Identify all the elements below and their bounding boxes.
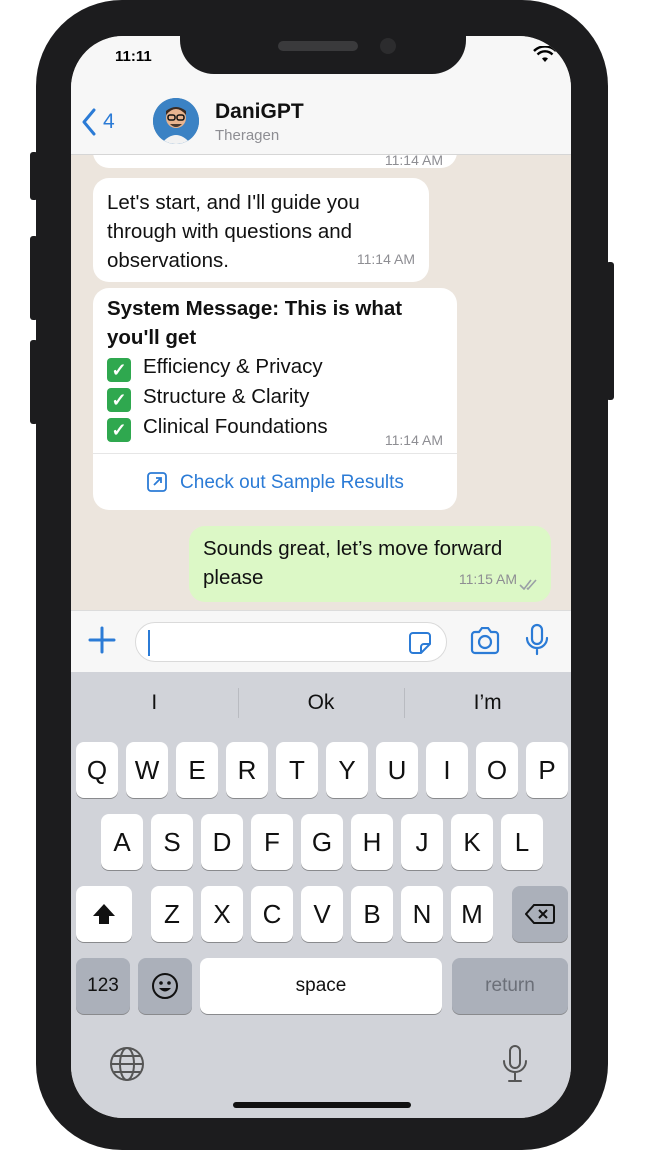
suggestion-item[interactable]: Ok [237,672,405,734]
shift-icon [93,904,115,924]
list-item-label: Structure & Clarity [143,385,310,408]
list-item: ✓ Efficiency & Privacy [107,352,443,382]
key-i[interactable]: I [426,742,468,798]
chat-area[interactable]: 11:14 AM Let's start, and I'll guide you… [71,154,571,610]
message-time: 11:14 AM [356,251,415,267]
key-o[interactable]: O [476,742,518,798]
key-a[interactable]: A [101,814,143,870]
sticker-button[interactable] [408,631,432,660]
home-indicator [233,1102,411,1108]
status-time: 11:11 [115,48,152,65]
sample-results-link[interactable]: Check out Sample Results [93,453,457,510]
attach-button[interactable] [87,625,117,658]
message-bubble: Let's start, and I'll guide you through … [93,178,429,282]
external-link-icon [147,472,167,492]
key-d[interactable]: D [201,814,243,870]
text-cursor [148,630,150,656]
dictation-button[interactable] [501,1044,529,1089]
check-mark-icon: ✓ [107,388,131,412]
suggestion-item[interactable]: I’m [404,672,571,734]
key-m[interactable]: M [451,886,493,942]
microphone-icon [503,1045,527,1082]
outgoing-message-bubble: Sounds great, let’s move forward please … [189,526,551,602]
back-button[interactable]: 4 [81,106,121,138]
avatar[interactable] [153,98,199,144]
suggestion-bar: I Ok I’m [71,672,571,734]
delete-key[interactable] [512,886,568,942]
system-message-heading: you'll get [107,326,197,349]
message-bubble: 11:14 AM [93,154,457,168]
message-time: 11:14 AM [384,432,443,448]
key-h[interactable]: H [351,814,393,870]
key-c[interactable]: C [251,886,293,942]
chevron-left-icon [82,108,96,136]
key-x[interactable]: X [201,886,243,942]
chat-subtitle: Theragen [215,127,280,144]
key-s[interactable]: S [151,814,193,870]
suggestion-item[interactable]: I [71,672,238,734]
key-j[interactable]: J [401,814,443,870]
key-t[interactable]: T [276,742,318,798]
double-check-icon [519,579,537,590]
screen: 11:11 4 DaniGPT Theragen 11:14 AM Let's … [71,36,571,1118]
key-b[interactable]: B [351,886,393,942]
camera-icon [470,626,500,655]
key-z[interactable]: Z [151,886,193,942]
key-v[interactable]: V [301,886,343,942]
sticker-icon [409,632,431,654]
volume-down-button [30,340,38,424]
return-key[interactable]: return [452,958,568,1014]
plus-icon [88,626,116,654]
key-f[interactable]: F [251,814,293,870]
key-l[interactable]: L [501,814,543,870]
unread-count: 4 [103,110,115,133]
system-message-heading: System Message: This is what [107,297,403,320]
key-n[interactable]: N [401,886,443,942]
system-message-bubble: System Message: This is what you'll get … [93,288,457,510]
key-e[interactable]: E [176,742,218,798]
key-r[interactable]: R [226,742,268,798]
message-text-line: Let's start, and I'll guide you [107,191,360,214]
emoji-key[interactable] [138,958,192,1014]
keyboard: I Ok I’m Q W E R T Y U I O P A S D F G H… [71,672,571,1118]
emoji-icon [152,973,178,999]
composer-bar [71,610,571,673]
notch [180,36,466,74]
key-q[interactable]: Q [76,742,118,798]
chat-title[interactable]: DaniGPT [215,100,304,124]
return-key-label: return [485,975,535,996]
message-text-line: through with questions and [107,220,353,243]
message-input[interactable] [135,622,447,662]
space-key[interactable]: space [200,958,442,1014]
key-w[interactable]: W [126,742,168,798]
volume-up-button [30,236,38,320]
speaker [278,41,358,51]
globe-button[interactable] [109,1046,145,1087]
backspace-icon [525,904,555,924]
message-time: 11:15 AM [458,571,517,587]
list-item: ✓ Structure & Clarity [107,382,443,412]
list-item-label: Clinical Foundations [143,415,328,438]
key-g[interactable]: G [301,814,343,870]
globe-icon [110,1047,144,1081]
message-time: 11:14 AM [384,154,443,168]
microphone-icon [525,623,549,656]
sample-results-link-label: Check out Sample Results [180,471,404,493]
key-p[interactable]: P [526,742,568,798]
microphone-button[interactable] [525,623,549,662]
silent-switch [30,152,38,200]
wifi-icon [533,45,557,69]
check-mark-icon: ✓ [107,418,131,442]
numbers-key[interactable]: 123 [76,958,130,1014]
key-k[interactable]: K [451,814,493,870]
shift-key[interactable] [76,886,132,942]
power-button [606,262,614,400]
key-y[interactable]: Y [326,742,368,798]
list-item-label: Efficiency & Privacy [143,355,323,378]
message-text-line: Sounds great, let’s move forward [203,537,503,560]
key-u[interactable]: U [376,742,418,798]
front-camera [380,38,396,54]
camera-button[interactable] [469,626,501,660]
check-mark-icon: ✓ [107,358,131,382]
